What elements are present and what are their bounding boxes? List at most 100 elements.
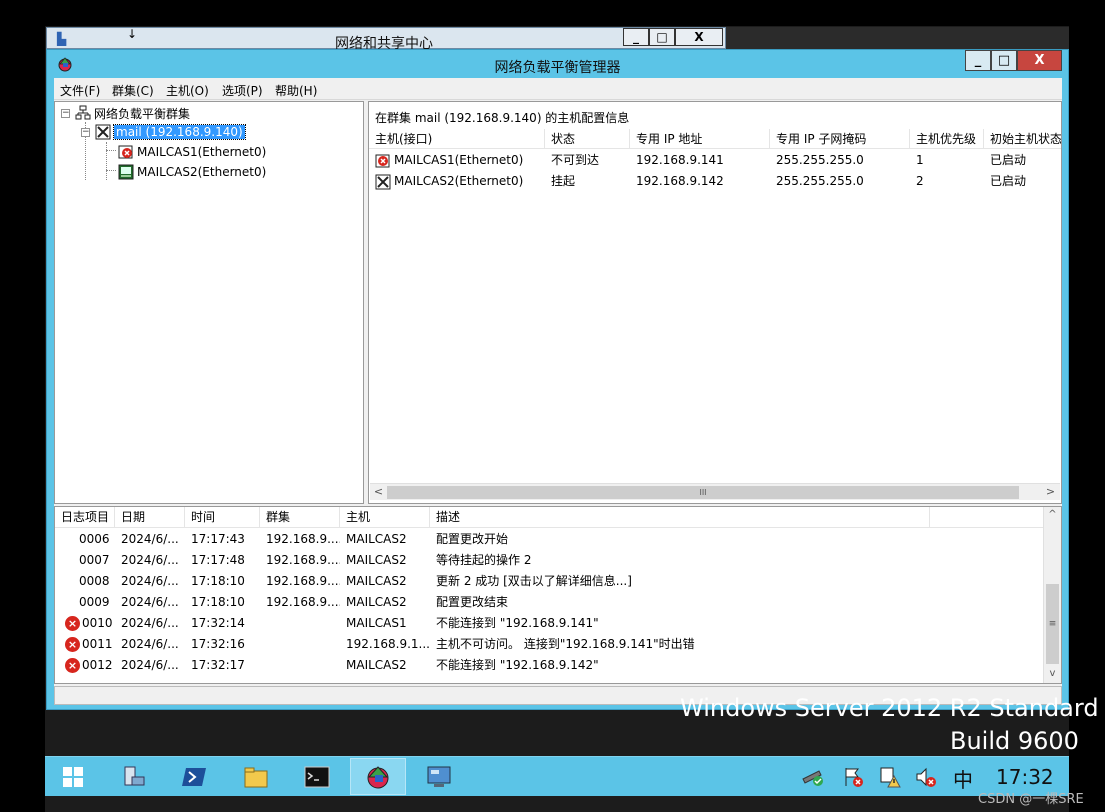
speaker-muted-icon: [916, 767, 936, 787]
scroll-up-icon[interactable]: ^: [1044, 507, 1061, 524]
taskbar-nlb-manager[interactable]: [350, 758, 406, 795]
menu-cluster[interactable]: 群集(C): [112, 82, 154, 99]
menu-options[interactable]: 选项(P): [222, 82, 263, 99]
folder-icon: [244, 767, 268, 787]
os-edition-watermark: Windows Server 2012 R2 Standard: [680, 694, 1099, 722]
tree-host-label: MAILCAS2(Ethernet0): [137, 165, 267, 179]
tree-host-mailcas2[interactable]: MAILCAS2(Ethernet0): [118, 163, 266, 181]
host-converged-icon: [118, 164, 134, 180]
vertical-scrollbar[interactable]: ^ ≡ v: [1043, 507, 1061, 683]
close-button[interactable]: X: [1017, 50, 1062, 71]
log-row[interactable]: 0008 2024/6/... 17:18:10 192.168.9.... MAILC…: [55, 571, 1043, 592]
log-row[interactable]: 0006 2024/6/... 17:17:43 192.168.9.... MAILC…: [55, 529, 1043, 550]
desktop-strip: [726, 27, 1069, 49]
cluster-tree[interactable]: − 网络负载平衡群集 − mail (192.168.9.140) MAILCA…: [54, 101, 364, 504]
column-log-id[interactable]: 日志项目: [55, 507, 115, 527]
column-dedicated-ip[interactable]: 专用 IP 地址: [630, 129, 770, 149]
column-priority[interactable]: 主机优先级: [910, 129, 984, 149]
ime-indicator[interactable]: 中: [953, 764, 973, 793]
taskbar-network-center[interactable]: [411, 758, 467, 795]
collapse-icon[interactable]: −: [81, 127, 90, 137]
log-row[interactable]: × 0012 2024/6/... 17:32:17 MAILCAS2 不能连接到 "19…: [55, 655, 1043, 676]
scroll-thumb[interactable]: III: [387, 486, 1019, 499]
column-subnet-mask[interactable]: 专用 IP 子网掩码: [770, 129, 910, 149]
cell-ip: 192.168.9.141: [636, 153, 724, 167]
column-time[interactable]: 时间: [185, 507, 260, 527]
scroll-thumb[interactable]: ≡: [1046, 584, 1059, 664]
bg-close-button[interactable]: X: [675, 28, 723, 46]
menu-host[interactable]: 主机(O): [166, 82, 209, 99]
collapse-icon[interactable]: −: [61, 108, 70, 118]
cell-initial-state: 已启动: [990, 153, 1027, 167]
scroll-down-icon[interactable]: v: [1044, 666, 1061, 683]
cell-log-id: 0009: [79, 595, 110, 609]
tray-action-center[interactable]: [840, 764, 866, 790]
clock[interactable]: 17:32: [996, 765, 1054, 789]
bg-minimize-button[interactable]: _: [623, 28, 649, 46]
host-details-pane[interactable]: 在群集 mail (192.168.9.140) 的主机配置信息 主机(接口) …: [368, 101, 1062, 504]
tree-cluster-mail[interactable]: − mail (192.168.9.140): [81, 123, 246, 141]
cell-log-id: 0006: [79, 532, 110, 546]
tray-volume[interactable]: [913, 764, 939, 790]
cell-priority: 1: [916, 153, 924, 167]
horizontal-scrollbar[interactable]: < III >: [370, 483, 1060, 500]
tree-host-label: MAILCAS1(Ethernet0): [137, 145, 267, 159]
table-row[interactable]: MAILCAS2(Ethernet0) 挂起 192.168.9.142 255…: [369, 171, 1061, 192]
menu-bar: 文件(F) 群集(C) 主机(O) 选项(P) 帮助(H): [54, 78, 1062, 100]
menu-help[interactable]: 帮助(H): [275, 82, 317, 99]
server-manager-icon: [124, 766, 145, 785]
cell-host: MAILCAS2: [346, 553, 407, 567]
column-host[interactable]: 主机: [340, 507, 430, 527]
table-row[interactable]: MAILCAS1(Ethernet0) 不可到达 192.168.9.141 2…: [369, 150, 1061, 171]
tray-network[interactable]: [800, 764, 826, 790]
start-button[interactable]: [45, 758, 101, 795]
log-row[interactable]: 0007 2024/6/... 17:17:48 192.168.9.... MAILC…: [55, 550, 1043, 571]
bg-maximize-button[interactable]: □: [649, 28, 675, 46]
cell-date: 2024/6/...: [121, 616, 179, 630]
cell-log-id: 0008: [79, 574, 110, 588]
cell-date: 2024/6/...: [121, 574, 179, 588]
cell-date: 2024/6/...: [121, 595, 179, 609]
windows-logo-icon: [63, 766, 83, 787]
host-suspended-icon: [375, 174, 391, 189]
column-initial-state[interactable]: 初始主机状态: [984, 129, 1061, 149]
cell-date: 2024/6/...: [121, 658, 179, 672]
tree-line: [106, 170, 116, 171]
log-pane[interactable]: 日志项目 日期 时间 群集 主机 描述 0006 2024/6/... 17:17:…: [54, 506, 1062, 684]
menu-file[interactable]: 文件(F): [60, 82, 100, 99]
network-sharing-center-window[interactable]: ▙ ↓ 网络和共享中心 _ □ X: [46, 27, 726, 52]
log-row[interactable]: × 0011 2024/6/... 17:32:16 192.168.9.1... 主机不…: [55, 634, 1043, 655]
tree-root[interactable]: − 网络负载平衡群集: [61, 104, 190, 122]
column-description[interactable]: 描述: [430, 507, 930, 527]
cell-cluster: 192.168.9....: [266, 553, 340, 567]
cell-log-id: 0007: [79, 553, 110, 567]
tree-host-mailcas1[interactable]: MAILCAS1(Ethernet0): [118, 143, 266, 161]
column-status[interactable]: 状态: [545, 129, 630, 149]
cell-status: 不可到达: [551, 153, 600, 167]
window-title: 网络负载平衡管理器: [494, 60, 621, 76]
cell-description: 配置更改开始: [436, 532, 509, 546]
scroll-right-icon[interactable]: >: [1042, 484, 1059, 501]
taskbar-file-explorer[interactable]: [228, 758, 284, 795]
log-row[interactable]: 0009 2024/6/... 17:18:10 192.168.9.... MAILC…: [55, 592, 1043, 613]
taskbar-cmd[interactable]: [289, 758, 345, 795]
cell-log-id: 0010: [82, 616, 113, 630]
minimize-button[interactable]: _: [965, 50, 991, 71]
title-bar[interactable]: 网络负载平衡管理器 _ □ X: [47, 50, 1068, 78]
column-host[interactable]: 主机(接口): [369, 129, 545, 149]
cell-date: 2024/6/...: [121, 532, 179, 546]
column-cluster[interactable]: 群集: [260, 507, 340, 527]
scroll-left-icon[interactable]: <: [370, 484, 387, 501]
cell-host: MAILCAS2: [346, 574, 407, 588]
tray-notification[interactable]: [877, 764, 903, 790]
column-date[interactable]: 日期: [115, 507, 185, 527]
taskbar-server-manager[interactable]: [105, 758, 161, 795]
log-row[interactable]: × 0010 2024/6/... 17:32:14 MAILCAS1 不能连接到 "19…: [55, 613, 1043, 634]
flag-error-icon: [845, 768, 863, 787]
cell-time: 17:32:16: [191, 637, 245, 651]
maximize-button[interactable]: □: [991, 50, 1017, 71]
taskbar-powershell[interactable]: [167, 758, 223, 795]
source-credit: CSDN @一棵SRE: [978, 792, 1084, 807]
cell-host: MAILCAS2(Ethernet0): [394, 174, 524, 188]
host-error-icon: [375, 154, 390, 167]
